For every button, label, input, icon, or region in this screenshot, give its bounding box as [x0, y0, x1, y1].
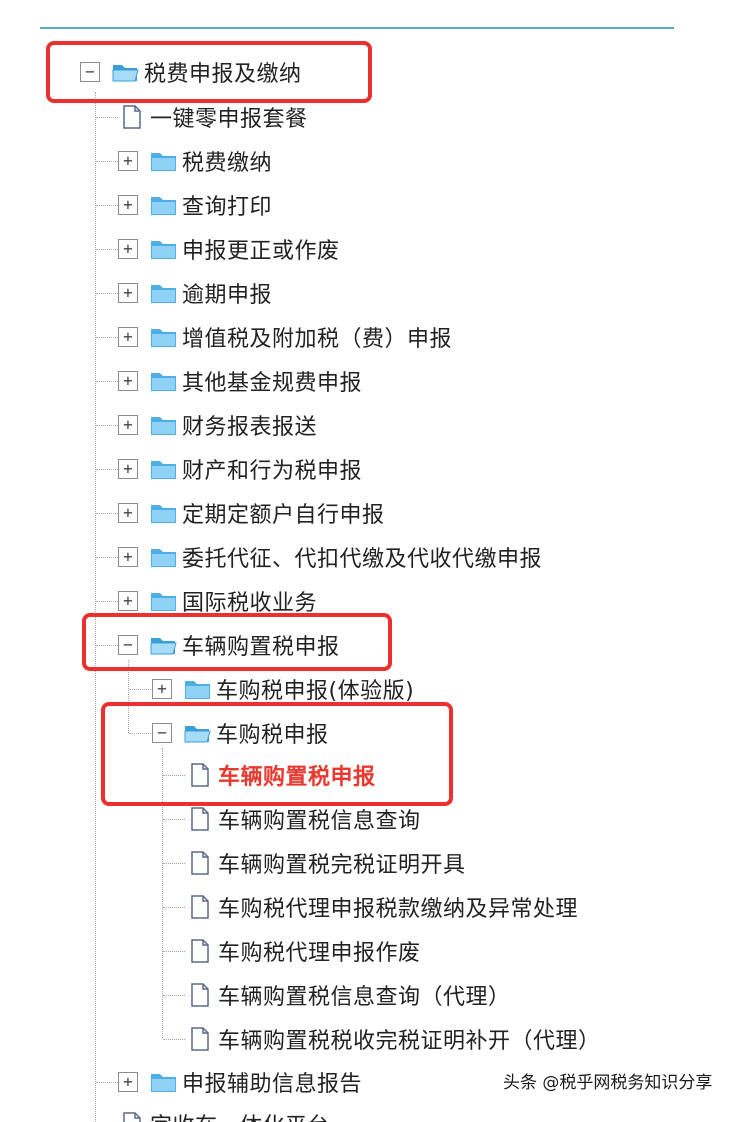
- tree-leaf-label: 车辆购置税税收完税证明补开（代理）: [218, 1029, 601, 1054]
- expand-toggle[interactable]: +: [118, 503, 138, 523]
- tree-node-partial[interactable]: 字收在一体化平台: [118, 1104, 330, 1122]
- folder-icon: [150, 589, 178, 613]
- tree-node-correction-void[interactable]: + 申报更正或作废: [118, 229, 340, 269]
- tree-node-query-print[interactable]: + 查询打印: [118, 185, 272, 225]
- expand-toggle[interactable]: +: [152, 679, 172, 699]
- tree-node-label: 逾期申报: [182, 283, 273, 308]
- expand-toggle[interactable]: +: [118, 195, 138, 215]
- tree-panel: − 税费申报及缴纳 一键零申报套餐 + 税费缴纳 + 查询打印 + 申报更正或作…: [0, 0, 754, 1122]
- expand-toggle[interactable]: +: [118, 591, 138, 611]
- document-icon: [186, 1027, 214, 1051]
- tree-node-auxiliary-report[interactable]: + 申报辅助信息报告: [118, 1062, 362, 1102]
- tree-leaf-label: 车购税代理申报作废: [218, 941, 421, 966]
- tree-node-label: 财务报表报送: [182, 415, 318, 440]
- tree-node-label: 申报辅助信息报告: [182, 1072, 363, 1097]
- tree-leaf-label: 车辆购置税完税证明开具: [218, 853, 466, 878]
- tree-node-label: 字收在一体化平台: [150, 1108, 330, 1122]
- folder-icon: [150, 193, 178, 217]
- tree-guide-line: [163, 995, 185, 996]
- expand-toggle[interactable]: +: [118, 151, 138, 171]
- expand-toggle[interactable]: +: [118, 459, 138, 479]
- tree-node-label: 委托代征、代扣代缴及代收代缴申报: [182, 547, 543, 572]
- tree-guide-line: [163, 907, 185, 908]
- tree-guide-line: [96, 205, 118, 206]
- tree-leaf[interactable]: 车辆购置税税收完税证明补开（代理）: [186, 1019, 601, 1059]
- folder-icon: [150, 281, 178, 305]
- expand-toggle[interactable]: +: [118, 239, 138, 259]
- tree-guide-line: [163, 863, 185, 864]
- tree-node-label: 车购税申报(体验版): [216, 679, 415, 704]
- expand-toggle[interactable]: +: [118, 371, 138, 391]
- document-icon: [118, 105, 146, 129]
- highlight-box-vehicle-declaration: [101, 702, 453, 806]
- tree-node-property-behavior-tax[interactable]: + 财产和行为税申报: [118, 449, 362, 489]
- tree-guide-line: [96, 337, 118, 338]
- tree-node-label: 税费缴纳: [182, 151, 273, 176]
- tree-node-overdue[interactable]: + 逾期申报: [118, 273, 272, 313]
- folder-icon: [150, 369, 178, 393]
- highlight-box-vehicle-tax: [82, 613, 392, 671]
- document-icon: [186, 895, 214, 919]
- tree-guide-line: [96, 249, 118, 250]
- folder-icon: [150, 325, 178, 349]
- tree-guide-line: [96, 161, 118, 162]
- tree-node-tax-payment[interactable]: + 税费缴纳: [118, 141, 272, 181]
- tree-node-label: 定期定额户自行申报: [182, 503, 385, 528]
- tree-guide-line: [96, 293, 118, 294]
- tree-leaf-label: 车辆购置税信息查询（代理）: [218, 985, 511, 1010]
- tree-leaf[interactable]: 车购税代理申报作废: [186, 931, 421, 971]
- expand-toggle[interactable]: +: [118, 415, 138, 435]
- tree-guide-line: [95, 92, 96, 1122]
- highlight-box-root: [46, 41, 372, 103]
- tree-guide-line: [96, 117, 118, 118]
- tree-node-withholding[interactable]: + 委托代征、代扣代缴及代收代缴申报: [118, 537, 542, 577]
- document-icon: [186, 983, 214, 1007]
- folder-icon: [150, 413, 178, 437]
- document-icon: [118, 1112, 146, 1122]
- tree-guide-line: [163, 1039, 185, 1040]
- tree-leaf[interactable]: 车辆购置税完税证明开具: [186, 843, 466, 883]
- folder-icon: [150, 237, 178, 261]
- tree-node-financial-statements[interactable]: + 财务报表报送: [118, 405, 317, 445]
- document-icon: [186, 807, 214, 831]
- document-icon: [186, 939, 214, 963]
- tree-guide-line: [163, 951, 185, 952]
- tree-leaf[interactable]: 车购税代理申报税款缴纳及异常处理: [186, 887, 578, 927]
- folder-icon: [150, 149, 178, 173]
- folder-icon: [150, 1070, 178, 1094]
- folder-icon: [184, 677, 212, 701]
- document-icon: [186, 851, 214, 875]
- folder-icon: [150, 457, 178, 481]
- tree-node-label: 增值税及附加税（费）申报: [182, 327, 453, 352]
- tree-node-label: 一键零申报套餐: [150, 107, 308, 132]
- tree-guide-line: [96, 381, 118, 382]
- expand-toggle[interactable]: +: [118, 1072, 138, 1092]
- tree-guide-line: [96, 469, 118, 470]
- tree-guide-line: [96, 425, 118, 426]
- tree-guide-line: [129, 689, 151, 690]
- tree-node-label: 其他基金规费申报: [182, 371, 363, 396]
- tree-node-label: 查询打印: [182, 195, 273, 220]
- expand-toggle[interactable]: +: [118, 547, 138, 567]
- folder-icon: [150, 501, 178, 525]
- tree-guide-line: [96, 601, 118, 602]
- tree-guide-line: [96, 1082, 118, 1083]
- watermark-text: 头条 @税乎网税务知识分享: [503, 1073, 713, 1093]
- folder-icon: [150, 545, 178, 569]
- tree-node-label: 财产和行为税申报: [182, 459, 363, 484]
- tree-guide-line: [96, 557, 118, 558]
- tree-node-vat[interactable]: + 增值税及附加税（费）申报: [118, 317, 452, 357]
- tree-leaf-label: 车购税代理申报税款缴纳及异常处理: [218, 897, 579, 922]
- tree-node-other-funds[interactable]: + 其他基金规费申报: [118, 361, 362, 401]
- tree-leaf-label: 车辆购置税信息查询: [218, 809, 421, 834]
- expand-toggle[interactable]: +: [118, 283, 138, 303]
- top-divider: [40, 27, 674, 29]
- tree-node-label: 申报更正或作废: [182, 239, 340, 264]
- tree-node-fixed-quota[interactable]: + 定期定额户自行申报: [118, 493, 385, 533]
- tree-leaf[interactable]: 车辆购置税信息查询（代理）: [186, 975, 511, 1015]
- expand-toggle[interactable]: +: [118, 327, 138, 347]
- tree-guide-line: [96, 513, 118, 514]
- tree-guide-line: [163, 819, 185, 820]
- tree-node-zero-declaration[interactable]: 一键零申报套餐: [118, 97, 308, 137]
